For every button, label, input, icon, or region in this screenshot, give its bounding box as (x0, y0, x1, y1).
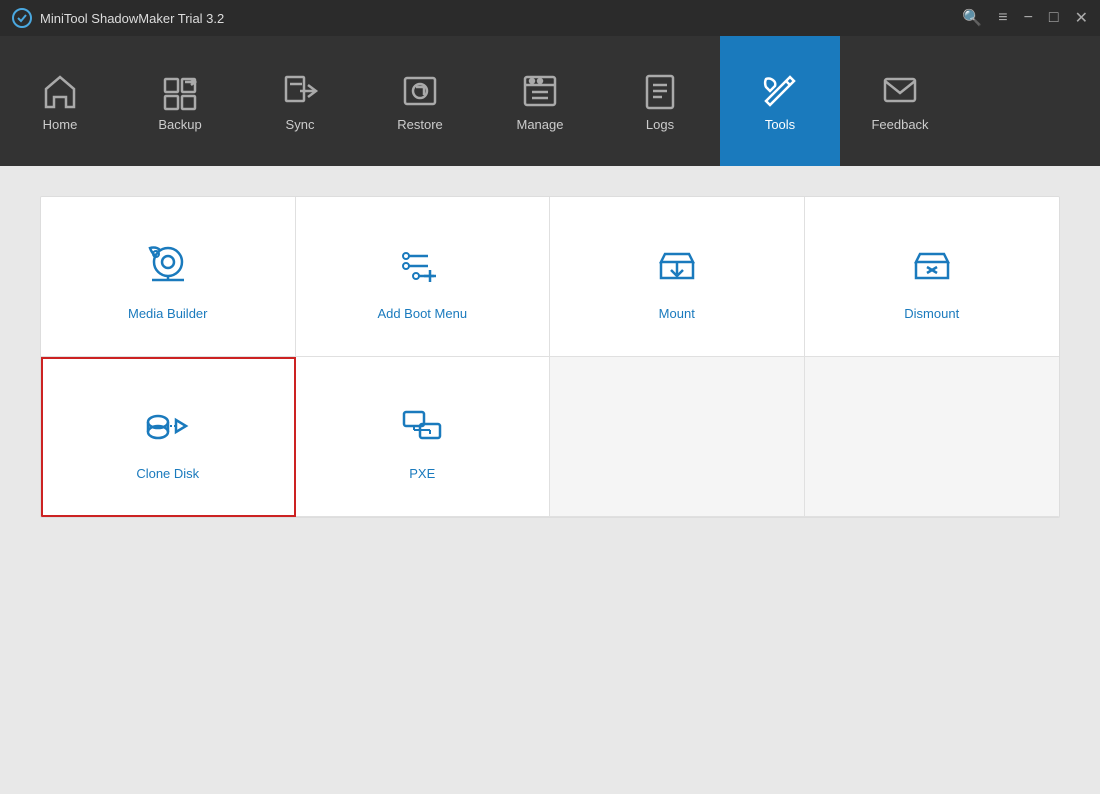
mount-icon (651, 240, 703, 292)
app-title: MiniTool ShadowMaker Trial 3.2 (40, 11, 962, 26)
tool-empty-2 (805, 357, 1060, 517)
tools-row-2: Clone Disk PXE (41, 357, 1059, 517)
minimize-icon[interactable]: − (1024, 9, 1033, 27)
tools-icon (760, 71, 800, 111)
window-controls: 🔍 ≡ − □ ✕ (962, 8, 1088, 28)
nav-label-tools: Tools (765, 117, 795, 132)
nav-item-feedback[interactable]: Feedback (840, 36, 960, 166)
tool-pxe[interactable]: PXE (296, 357, 551, 517)
tool-media-builder-label: Media Builder (128, 306, 208, 321)
sync-icon (280, 71, 320, 111)
restore-icon (400, 71, 440, 111)
tool-media-builder[interactable]: Media Builder (41, 197, 296, 357)
nav-label-manage: Manage (517, 117, 564, 132)
tool-mount-label: Mount (659, 306, 695, 321)
tool-add-boot-menu[interactable]: Add Boot Menu (296, 197, 551, 357)
dismount-icon (906, 240, 958, 292)
home-icon (40, 71, 80, 111)
tool-dismount[interactable]: Dismount (805, 197, 1060, 357)
nav-label-restore: Restore (397, 117, 443, 132)
search-icon[interactable]: 🔍 (962, 8, 982, 28)
nav-item-backup[interactable]: Backup (120, 36, 240, 166)
tool-mount[interactable]: Mount (550, 197, 805, 357)
tool-add-boot-menu-label: Add Boot Menu (377, 306, 467, 321)
nav-label-home: Home (43, 117, 78, 132)
nav-label-backup: Backup (158, 117, 201, 132)
menu-icon[interactable]: ≡ (998, 9, 1007, 27)
clone-disk-icon (142, 400, 194, 452)
nav-item-manage[interactable]: Manage (480, 36, 600, 166)
tools-row-1: Media Builder Add Boot Menu (41, 197, 1059, 357)
tool-clone-disk[interactable]: Clone Disk (41, 357, 296, 517)
pxe-icon (396, 400, 448, 452)
nav-label-logs: Logs (646, 117, 674, 132)
nav-item-home[interactable]: Home (0, 36, 120, 166)
app-logo-icon (12, 8, 32, 28)
maximize-icon[interactable]: □ (1049, 9, 1059, 27)
feedback-icon (880, 71, 920, 111)
nav-item-restore[interactable]: Restore (360, 36, 480, 166)
close-icon[interactable]: ✕ (1075, 8, 1088, 28)
tools-container: Media Builder Add Boot Menu (40, 196, 1060, 518)
nav-label-feedback: Feedback (871, 117, 928, 132)
nav-label-sync: Sync (286, 117, 315, 132)
tool-pxe-label: PXE (409, 466, 435, 481)
add-boot-menu-icon (396, 240, 448, 292)
media-builder-icon (142, 240, 194, 292)
navbar: Home Backup Sync Restore (0, 36, 1100, 166)
nav-item-logs[interactable]: Logs (600, 36, 720, 166)
main-content: Media Builder Add Boot Menu (0, 166, 1100, 794)
tool-empty-1 (550, 357, 805, 517)
tool-dismount-label: Dismount (904, 306, 959, 321)
nav-item-sync[interactable]: Sync (240, 36, 360, 166)
logs-icon (640, 71, 680, 111)
nav-item-tools[interactable]: Tools (720, 36, 840, 166)
manage-icon (520, 71, 560, 111)
backup-icon (160, 71, 200, 111)
titlebar: MiniTool ShadowMaker Trial 3.2 🔍 ≡ − □ ✕ (0, 0, 1100, 36)
tool-clone-disk-label: Clone Disk (136, 466, 199, 481)
